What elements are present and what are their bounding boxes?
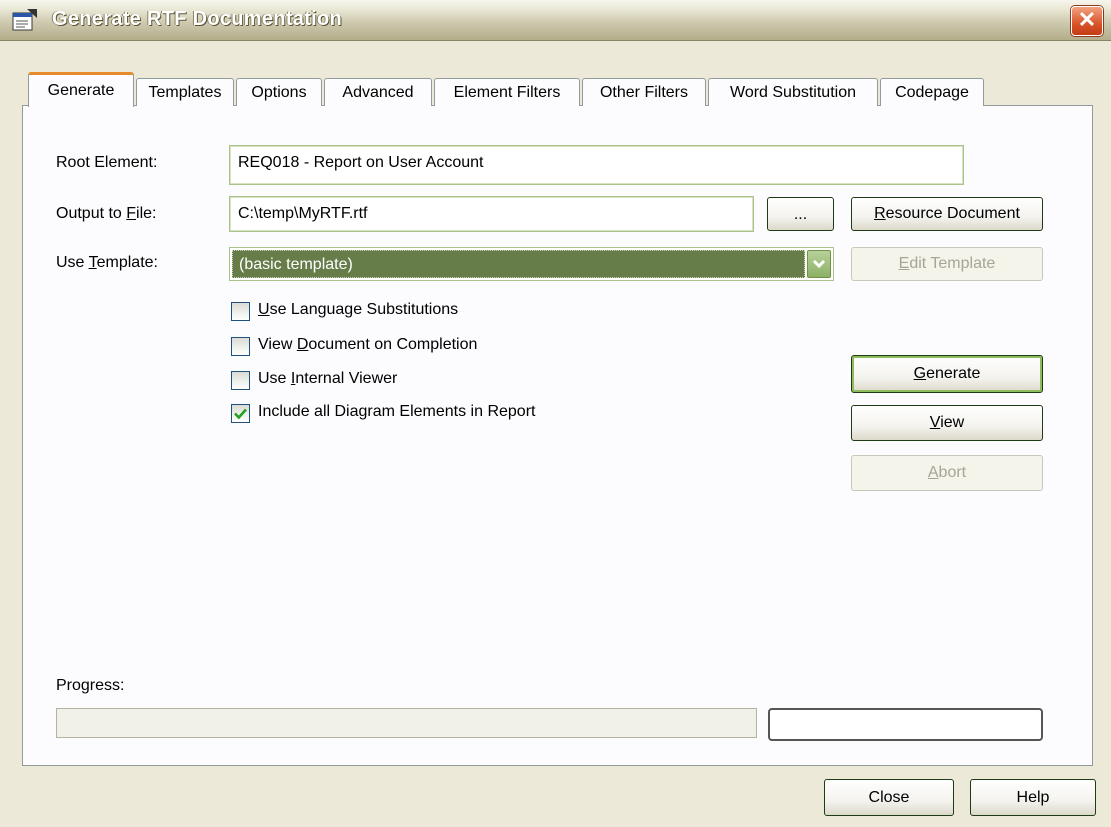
- close-icon: ✕: [1077, 7, 1097, 32]
- progress-bar: [56, 708, 757, 738]
- tab-word-substitution[interactable]: Word Substitution: [708, 78, 878, 106]
- output-file-field[interactable]: C:\temp\MyRTF.rtf: [229, 196, 754, 232]
- tab-templates[interactable]: Templates: [136, 78, 234, 106]
- tab-other-filters[interactable]: Other Filters: [582, 78, 706, 106]
- language-substitutions-label[interactable]: Use Language Substitutions: [258, 301, 458, 319]
- title-close-button[interactable]: ✕: [1071, 6, 1103, 36]
- window-title: Generate RTF Documentation: [52, 8, 343, 30]
- generate-button[interactable]: Generate: [851, 355, 1043, 393]
- view-document-checkbox[interactable]: [231, 337, 250, 356]
- tab-generate[interactable]: Generate: [28, 72, 134, 107]
- language-substitutions-checkbox[interactable]: [231, 302, 250, 321]
- output-file-label: Output to File:: [56, 205, 157, 222]
- progress-status-box: [768, 708, 1043, 741]
- view-document-label[interactable]: View Document on Completion: [258, 336, 477, 354]
- abort-button[interactable]: Abort: [851, 455, 1043, 491]
- tab-options[interactable]: Options: [236, 78, 322, 106]
- view-button[interactable]: View: [851, 405, 1043, 441]
- internal-viewer-checkbox[interactable]: [231, 371, 250, 390]
- include-diagram-elements-label[interactable]: Include all Diagram Elements in Report: [258, 403, 535, 421]
- use-template-label: Use Template:: [56, 254, 158, 271]
- root-element-field[interactable]: REQ018 - Report on User Account: [229, 145, 964, 185]
- title-bar[interactable]: Generate RTF Documentation ✕: [0, 0, 1111, 41]
- progress-label: Progress:: [56, 677, 125, 694]
- include-diagram-elements-checkbox[interactable]: [231, 404, 250, 423]
- chevron-down-icon: [812, 259, 826, 269]
- browse-button[interactable]: ...: [767, 197, 834, 231]
- internal-viewer-label[interactable]: Use Internal Viewer: [258, 370, 397, 388]
- tab-element-filters[interactable]: Element Filters: [434, 78, 580, 106]
- generate-rtf-dialog: Generate RTF Documentation ✕ Generate Te…: [0, 0, 1111, 827]
- template-select[interactable]: (basic template): [229, 247, 834, 281]
- help-button[interactable]: Help: [970, 779, 1096, 816]
- tab-advanced[interactable]: Advanced: [324, 78, 432, 106]
- dropdown-button[interactable]: [807, 250, 831, 278]
- document-settings-icon: [12, 9, 37, 31]
- resource-document-button[interactable]: Resource Document: [851, 197, 1043, 231]
- tab-codepage[interactable]: Codepage: [880, 78, 984, 106]
- checkmark-icon: [234, 408, 247, 420]
- template-select-value: (basic template): [232, 250, 805, 278]
- edit-template-button[interactable]: Edit Template: [851, 247, 1043, 281]
- close-button[interactable]: Close: [824, 779, 954, 816]
- root-element-label: Root Element:: [56, 154, 158, 171]
